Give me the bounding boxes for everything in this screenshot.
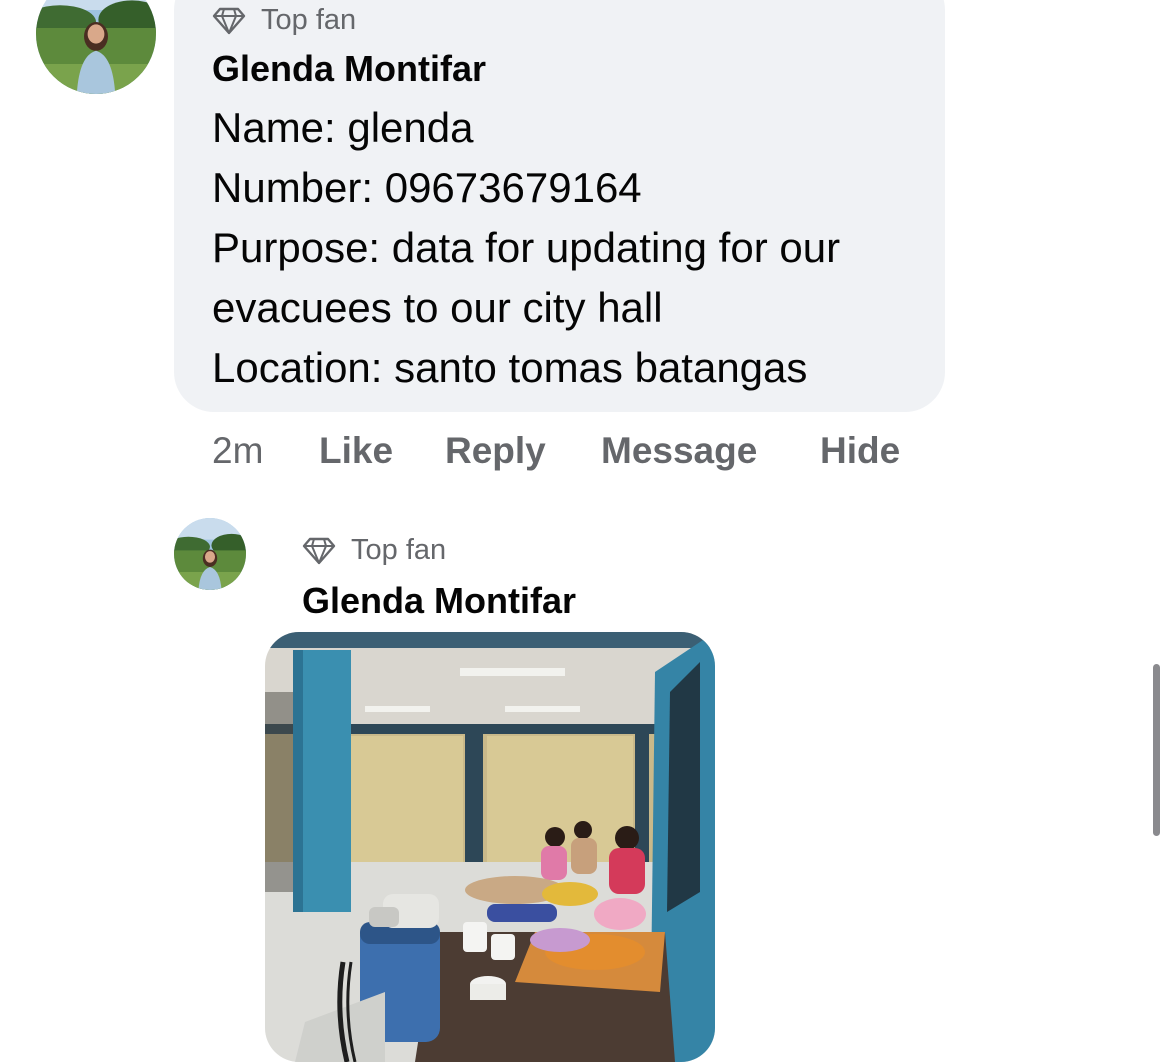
- top-fan-badge: Top fan: [302, 534, 446, 567]
- comment-line: Location: santo tomas batangas: [212, 344, 808, 391]
- like-button[interactable]: Like: [319, 430, 393, 472]
- comment-line: evacuees to our city hall: [212, 284, 663, 331]
- evacuation-center-photo: [265, 632, 715, 1062]
- profile-photo: [174, 518, 246, 590]
- comment-line: Name: glenda: [212, 104, 474, 151]
- badge-label: Top fan: [261, 4, 357, 36]
- comment-text: Name: glenda Number: 09673679164 Purpose…: [212, 98, 840, 398]
- comment-author[interactable]: Glenda Montifar: [302, 580, 576, 622]
- comment-line: Purpose: data for updating for our: [212, 224, 841, 271]
- comment-photo[interactable]: [265, 632, 715, 1062]
- scrollbar[interactable]: [1153, 664, 1160, 836]
- diamond-icon: [212, 7, 246, 35]
- reply-button[interactable]: Reply: [445, 430, 546, 472]
- profile-photo: [36, 0, 156, 94]
- comment-bubble: Top fan Glenda Montifar Name: glenda Num…: [174, 0, 945, 412]
- diamond-icon: [302, 537, 336, 565]
- comment-author[interactable]: Glenda Montifar: [212, 48, 486, 90]
- avatar[interactable]: [36, 0, 156, 94]
- top-fan-badge: Top fan: [212, 4, 356, 37]
- hide-button[interactable]: Hide: [820, 430, 900, 472]
- avatar[interactable]: [174, 518, 246, 590]
- badge-label: Top fan: [351, 534, 447, 566]
- comment-timestamp[interactable]: 2m: [212, 430, 263, 472]
- message-button[interactable]: Message: [601, 430, 757, 472]
- comment-line[interactable]: Number: 09673679164: [212, 158, 840, 218]
